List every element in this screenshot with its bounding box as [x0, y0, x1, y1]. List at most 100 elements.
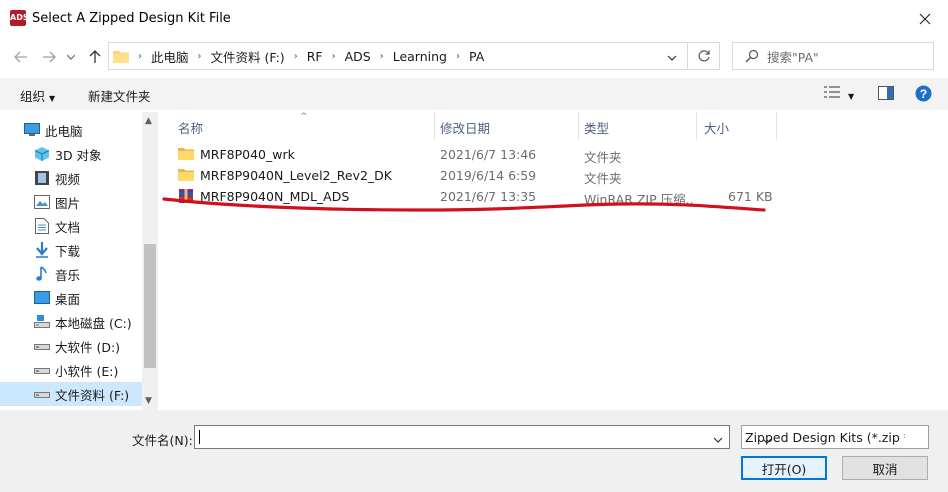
nav-item-drive-f[interactable]: 文件资料 (F:) — [34, 382, 129, 406]
winrar-archive-icon — [179, 189, 193, 203]
column-header-type[interactable]: 类型 — [584, 118, 609, 137]
column-header-name[interactable]: 名称 — [178, 118, 203, 137]
new-folder-button[interactable]: 新建文件夹 — [88, 86, 151, 105]
text-caret — [199, 430, 200, 444]
system-drive-icon — [34, 314, 50, 330]
forward-button[interactable] — [40, 48, 58, 66]
refresh-button[interactable] — [688, 42, 720, 70]
chevron-down-icon — [762, 432, 922, 447]
search-placeholder: 搜索"PA" — [767, 49, 819, 65]
computer-icon — [24, 122, 40, 138]
file-row[interactable]: MRF8P9040N_Level2_Rev2_DK 2019/6/14 6:59… — [178, 165, 778, 186]
scroll-up-icon[interactable]: ▲ — [145, 116, 152, 126]
window-title: Select A Zipped Design Kit File — [32, 11, 231, 26]
file-date: 2021/6/7 13:35 — [440, 189, 537, 204]
close-button[interactable] — [910, 4, 940, 34]
breadcrumb-pa[interactable]: PA — [469, 49, 484, 64]
arrow-up-icon — [89, 50, 101, 63]
chevron-down-icon — [667, 55, 677, 61]
file-size: 671 KB — [728, 189, 773, 204]
folder-icon — [113, 51, 129, 63]
preview-pane-button[interactable] — [878, 86, 894, 103]
nav-item-this-pc[interactable]: 此电脑 — [24, 118, 83, 142]
open-button[interactable]: 打开(O) — [741, 456, 827, 480]
nav-item-desktop[interactable]: 桌面 — [34, 286, 80, 310]
nav-item-documents[interactable]: 文档 — [34, 214, 80, 238]
nav-item-drive-e[interactable]: 小软件 (E:) — [34, 358, 118, 382]
file-type: 文件夹 — [584, 150, 622, 165]
nav-item-label: 桌面 — [55, 291, 81, 307]
arrow-left-icon — [14, 51, 27, 63]
preview-pane-icon — [878, 86, 894, 100]
breadcrumb-this-pc[interactable]: 此电脑 — [151, 47, 189, 66]
folder-icon — [178, 148, 194, 160]
nav-item-pictures[interactable]: 图片 — [34, 190, 80, 214]
nav-item-label: 大软件 (D:) — [55, 339, 121, 355]
video-icon — [34, 170, 50, 186]
breadcrumb-learning[interactable]: Learning — [393, 49, 447, 64]
cancel-button[interactable]: 取消 — [842, 456, 928, 480]
help-button[interactable]: ? — [915, 85, 932, 105]
scroll-down-icon[interactable]: ▼ — [145, 396, 152, 406]
nav-item-label: 下载 — [55, 243, 81, 259]
column-divider[interactable] — [776, 112, 777, 140]
caret-down-icon: ▼ — [847, 92, 855, 101]
nav-item-label: 小软件 (E:) — [55, 363, 119, 379]
downloads-icon — [34, 242, 50, 258]
file-row[interactable]: MRF8P040_wrk 2021/6/7 13:46 文件夹 — [178, 144, 778, 165]
file-date: 2019/6/14 6:59 — [440, 168, 537, 183]
pictures-icon — [34, 194, 50, 210]
chevron-down-icon — [713, 437, 723, 443]
nav-item-label: 文档 — [55, 219, 81, 235]
file-name: MRF8P9040N_MDL_ADS — [200, 189, 350, 204]
breadcrumb-ads[interactable]: ADS — [345, 49, 371, 64]
arrow-right-icon — [43, 51, 56, 63]
nav-item-label: 音乐 — [55, 267, 81, 283]
back-button[interactable] — [12, 48, 30, 66]
nav-item-music[interactable]: 音乐 — [34, 262, 80, 286]
filename-input[interactable] — [194, 425, 730, 449]
nav-item-3d-objects[interactable]: 3D 对象 — [34, 142, 102, 166]
drive-icon — [34, 362, 50, 378]
nav-item-label: 图片 — [55, 195, 81, 211]
file-name: MRF8P040_wrk — [200, 147, 295, 162]
column-header-size[interactable]: 大小 — [704, 118, 729, 137]
up-button[interactable] — [86, 48, 104, 66]
svg-text:?: ? — [920, 87, 927, 101]
3d-objects-icon — [34, 146, 50, 162]
nav-item-label: 3D 对象 — [55, 147, 102, 163]
column-divider[interactable] — [434, 112, 435, 140]
nav-pane-scrollbar[interactable]: ▲ ▼ — [142, 112, 158, 410]
filename-label: 文件名(N): — [132, 433, 193, 448]
column-divider[interactable] — [578, 112, 579, 140]
breadcrumb-rf[interactable]: RF — [307, 49, 323, 64]
nav-item-downloads[interactable]: 下载 — [34, 238, 80, 262]
nav-item-label: 文件资料 (F:) — [55, 387, 130, 403]
file-type-filter[interactable]: Zipped Design Kits (*.zip *.7z) — [741, 425, 929, 449]
view-options-button[interactable]: ▼ — [824, 85, 854, 102]
address-history-dropdown[interactable] — [667, 50, 677, 64]
file-date: 2021/6/7 13:46 — [440, 147, 537, 162]
keysight-ads-icon: ADS — [10, 10, 29, 26]
recent-locations-button[interactable] — [62, 48, 80, 66]
desktop-icon — [34, 290, 50, 306]
chevron-down-icon — [67, 54, 75, 60]
organize-button[interactable]: 组织 ▼ — [20, 86, 55, 105]
address-bar[interactable]: › 此电脑 › 文件资料 (F:) › RF › ADS › Learning … — [108, 42, 688, 70]
file-list: ^ 名称 修改日期 类型 大小 MRF8P040_wrk 2021/6/7 13… — [158, 112, 948, 410]
file-name: MRF8P9040N_Level2_Rev2_DK — [200, 168, 392, 183]
column-divider[interactable] — [696, 112, 697, 140]
navigation-pane: 此电脑 3D 对象 视频 图片 文档 下载 音乐 桌面 本地磁盘 (C:) 大软… — [0, 112, 158, 410]
search-icon — [745, 49, 759, 63]
organize-label: 组织 — [20, 89, 46, 104]
search-box[interactable]: 搜索"PA" — [732, 42, 934, 70]
file-row[interactable]: MRF8P9040N_MDL_ADS 2021/6/7 13:35 WinRAR… — [178, 186, 778, 207]
nav-item-drive-d[interactable]: 大软件 (D:) — [34, 334, 120, 358]
nav-item-drive-c[interactable]: 本地磁盘 (C:) — [34, 310, 132, 334]
details-view-icon — [824, 86, 840, 98]
nav-item-videos[interactable]: 视频 — [34, 166, 80, 190]
column-header-date[interactable]: 修改日期 — [440, 118, 490, 137]
filename-history-dropdown[interactable] — [713, 432, 723, 446]
breadcrumb-drive-f[interactable]: 文件资料 (F:) — [211, 47, 285, 66]
scrollbar-thumb[interactable] — [144, 244, 156, 368]
